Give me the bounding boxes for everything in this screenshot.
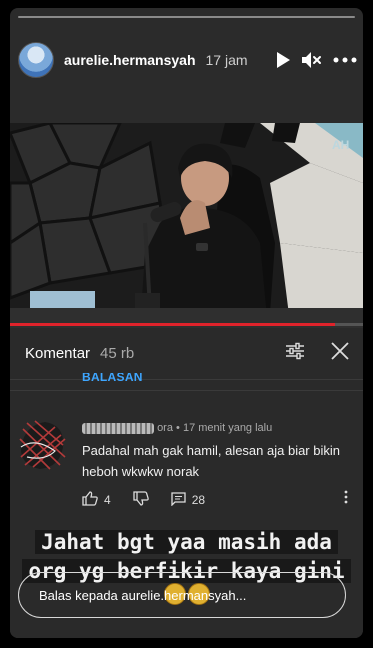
story-progress-bar xyxy=(18,16,355,18)
comment-more-icon[interactable] xyxy=(344,490,348,507)
comment-text: Padahal mah gak hamil, alesan aja biar b… xyxy=(82,443,340,479)
divider xyxy=(10,390,363,391)
comments-header: Komentar 45 rb xyxy=(10,328,363,380)
close-icon[interactable] xyxy=(331,342,349,365)
video-frame: AH xyxy=(10,123,363,328)
commenter-avatar xyxy=(15,417,69,471)
story-header: aurelie.hermansyah 17 jam xyxy=(18,42,357,78)
comment-actions: 4 28 xyxy=(82,490,348,509)
video-player[interactable]: AH xyxy=(10,123,363,328)
video-progress-fill xyxy=(10,323,335,326)
comments-count: 45 rb xyxy=(100,345,135,362)
story-frame: aurelie.hermansyah 17 jam AH Komentar 45… xyxy=(10,8,363,638)
comment-time: 17 menit yang lalu xyxy=(182,422,273,434)
play-icon[interactable] xyxy=(275,51,291,69)
more-icon[interactable] xyxy=(333,57,357,63)
reply-placeholder: Balas kepada aurelie.hermansyah... xyxy=(39,587,247,603)
replies-link[interactable]: BALASAN xyxy=(82,373,143,383)
username[interactable]: aurelie.hermansyah xyxy=(64,52,196,68)
thumbs-up-icon[interactable] xyxy=(82,491,98,509)
post-time: 17 jam xyxy=(205,52,248,68)
channel-watermark: AH xyxy=(332,138,349,152)
like-count: 4 xyxy=(104,493,111,507)
overlay-caption-line1: Jahat bgt yaa masih ada xyxy=(10,529,363,555)
mute-icon[interactable] xyxy=(301,51,323,69)
reply-icon[interactable] xyxy=(171,491,186,509)
avatar[interactable] xyxy=(18,42,54,78)
comment-meta: ora • 17 menit yang lalu xyxy=(82,422,272,434)
video-progress[interactable] xyxy=(10,323,363,326)
reply-input[interactable]: Balas kepada aurelie.hermansyah... xyxy=(18,572,346,618)
reply-count: 28 xyxy=(191,493,206,507)
thumbs-down-icon[interactable] xyxy=(133,491,149,509)
comments-title: Komentar xyxy=(25,345,91,362)
sort-icon[interactable] xyxy=(285,342,305,365)
comment-author-suffix: ora xyxy=(157,422,173,434)
author-redacted xyxy=(82,422,154,434)
